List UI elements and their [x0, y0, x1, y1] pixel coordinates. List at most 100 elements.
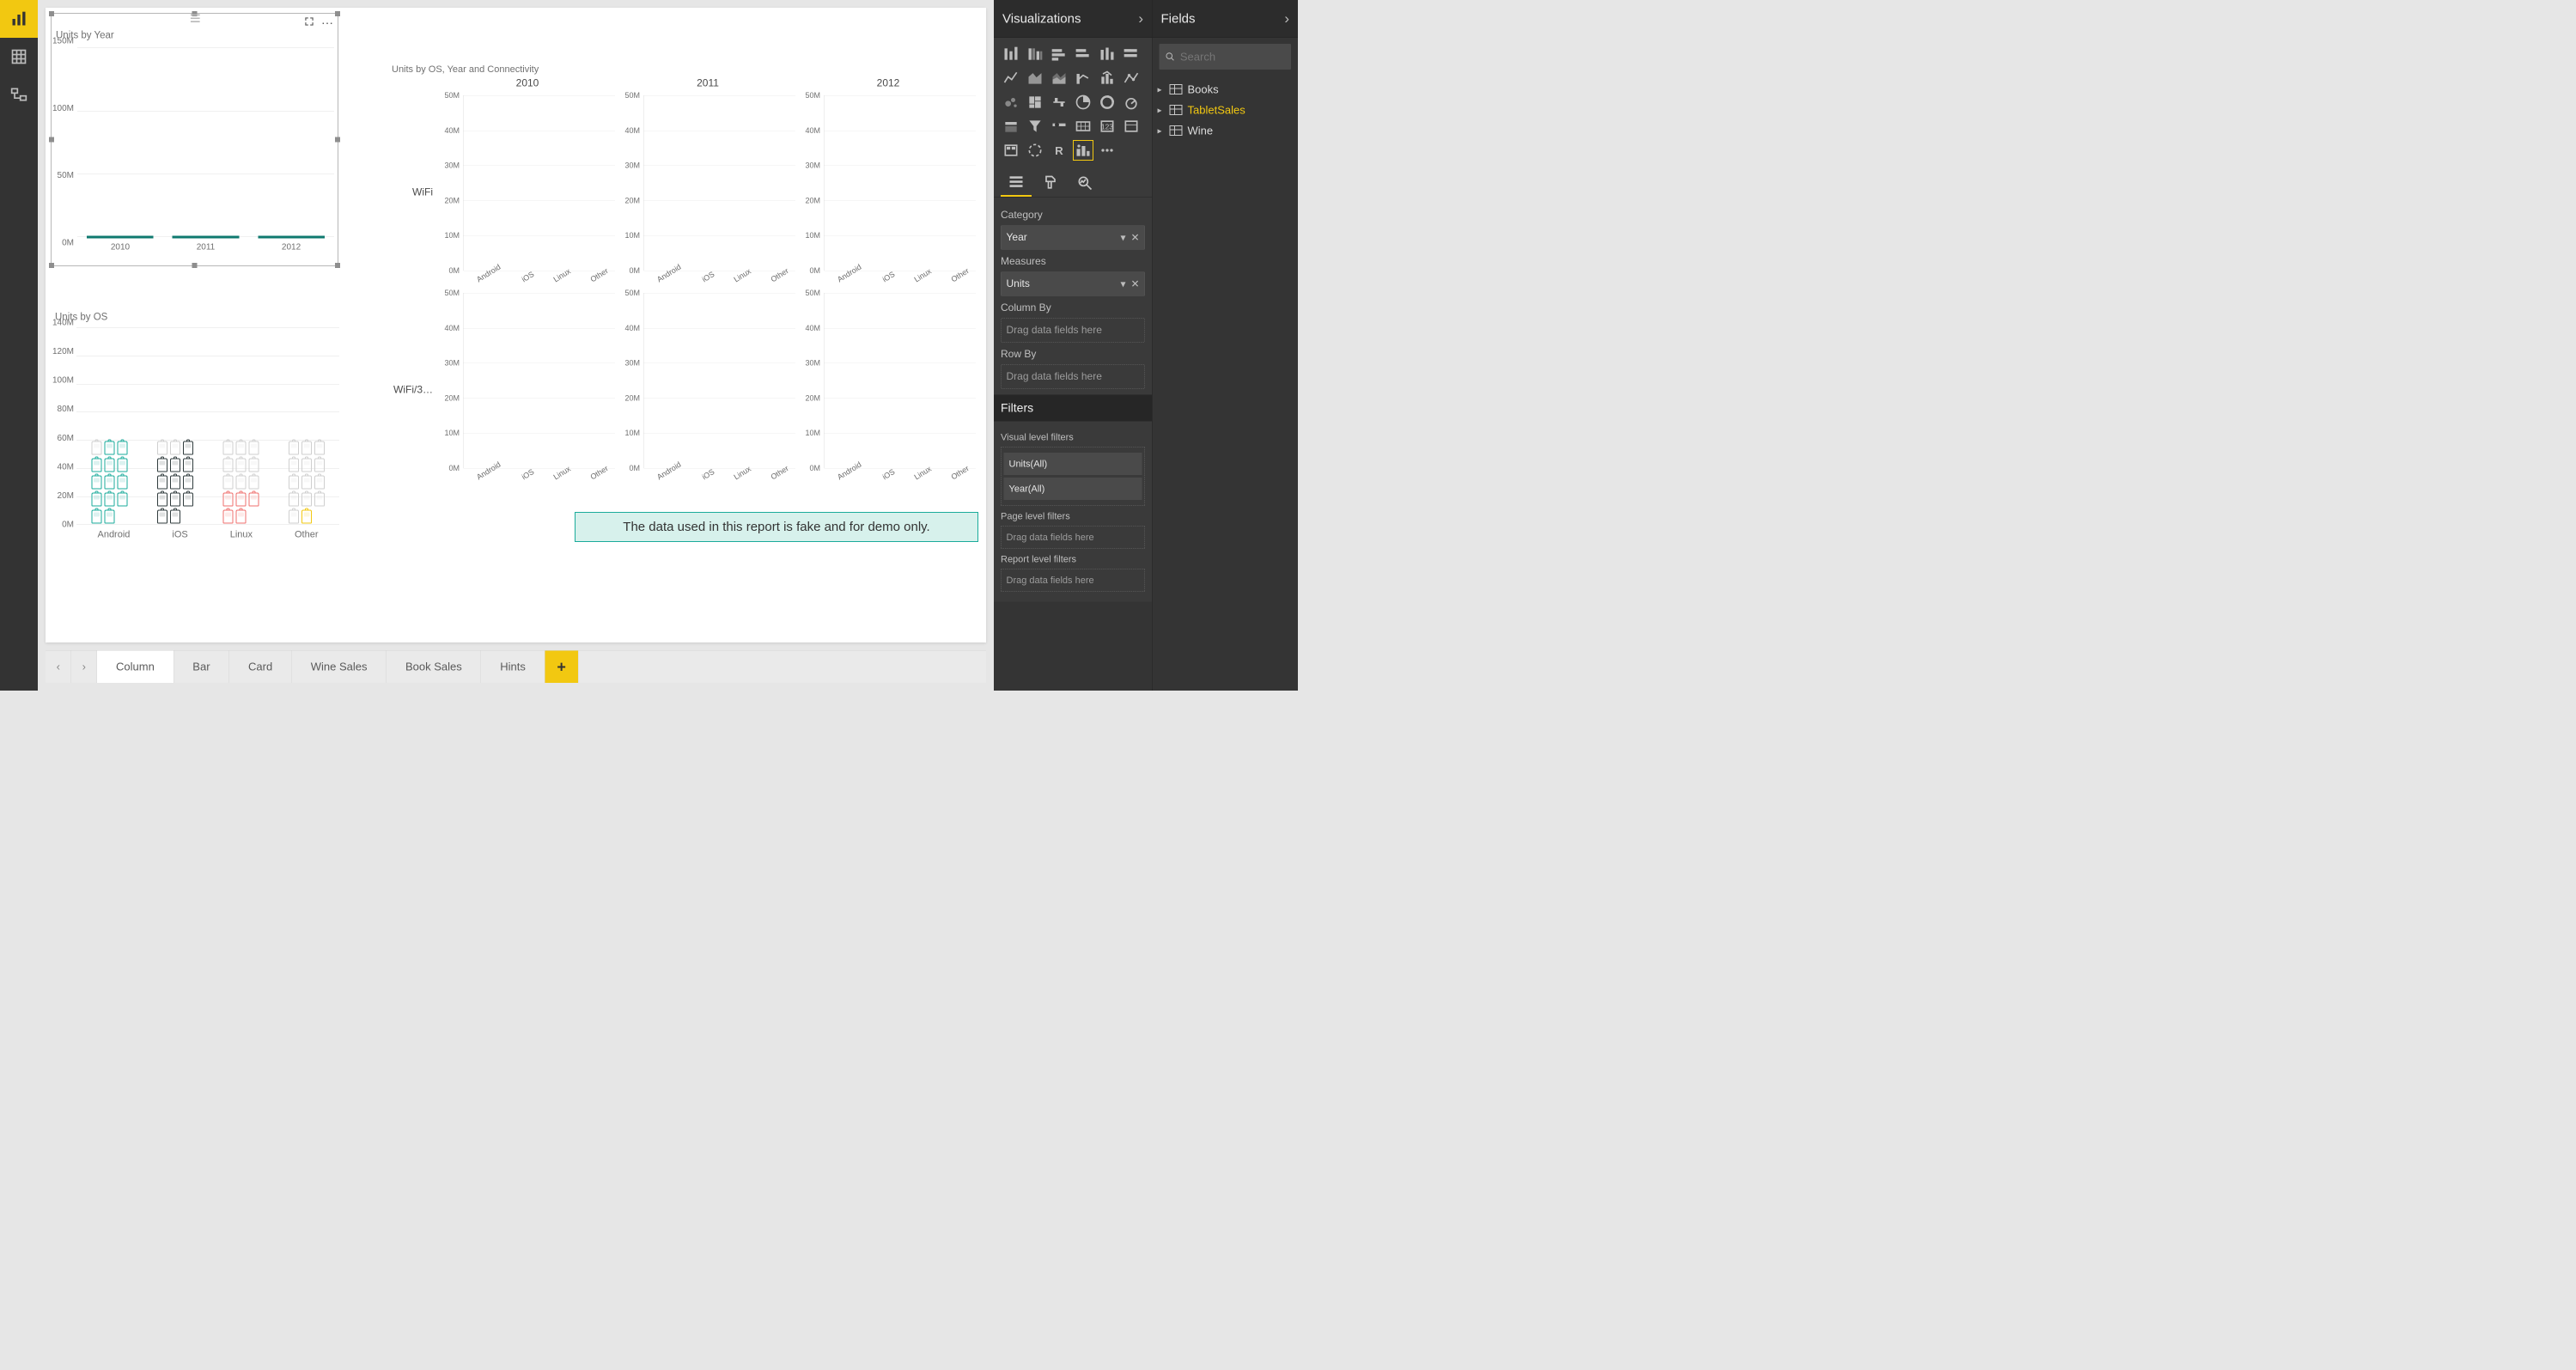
viz-type-button[interactable]: [1121, 68, 1142, 88]
viz-type-button[interactable]: [1049, 68, 1069, 88]
filter-label-page: Page level filters: [1001, 511, 1145, 522]
tile-units-by-year[interactable]: ≡ ⋯ Units by Year 0M50M100M150M 20102011…: [51, 13, 338, 266]
more-options-icon[interactable]: ⋯: [321, 16, 333, 31]
viz-type-button[interactable]: R: [1049, 140, 1069, 161]
tab-hints[interactable]: Hints: [481, 651, 545, 684]
drag-grip-icon[interactable]: ≡: [188, 19, 201, 22]
collapse-pane-icon[interactable]: ›: [1138, 10, 1143, 27]
remove-field-icon[interactable]: ✕: [1130, 277, 1139, 290]
nav-report-icon[interactable]: [0, 0, 38, 38]
well-category[interactable]: Year▾✕: [1001, 226, 1145, 250]
demo-notice: The data used in this report is fake and…: [575, 512, 978, 542]
filters-header: Filters: [994, 395, 1152, 422]
collapse-pane-icon[interactable]: ›: [1284, 10, 1289, 27]
viz-gallery: 123 R: [994, 38, 1152, 165]
viz-type-button[interactable]: [1121, 44, 1142, 64]
viz-type-button[interactable]: [1073, 116, 1093, 137]
viz-type-button[interactable]: [1073, 44, 1093, 64]
expand-icon[interactable]: ▸: [1158, 125, 1165, 137]
filter-label-report: Report level filters: [1001, 554, 1145, 565]
viz-type-button[interactable]: [1001, 116, 1021, 137]
chevron-down-icon[interactable]: ▾: [1120, 231, 1125, 244]
focus-mode-icon[interactable]: [303, 15, 315, 31]
page-tabs: ‹ › ColumnBarCardWine SalesBook SalesHin…: [46, 650, 986, 683]
filter-label-visual: Visual level filters: [1001, 432, 1145, 443]
viz-type-button[interactable]: [1121, 92, 1142, 113]
viz-type-button[interactable]: [1001, 68, 1021, 88]
filter-item[interactable]: Year(All): [1004, 478, 1142, 500]
well-columnby-drop[interactable]: Drag data fields here: [1001, 319, 1145, 343]
fields-tab-icon[interactable]: [1001, 169, 1032, 197]
tab-book-sales[interactable]: Book Sales: [387, 651, 481, 684]
expand-icon[interactable]: ▸: [1158, 84, 1165, 95]
well-label-category: Category: [1001, 210, 1145, 222]
viz-type-button[interactable]: [1025, 92, 1045, 113]
nav-data-icon[interactable]: [0, 38, 38, 76]
viz-type-button[interactable]: [1073, 68, 1093, 88]
chart-units-by-os: 0M20M40M60M80M100M120M140M AndroidiOSLin…: [51, 323, 343, 542]
left-nav-rail: [0, 0, 38, 691]
field-table-wine[interactable]: ▸Wine: [1158, 120, 1294, 141]
field-table-tabletsales[interactable]: ▸TabletSales: [1158, 100, 1294, 120]
tab-next-icon[interactable]: ›: [71, 651, 97, 684]
tile-title: Units by OS: [51, 308, 343, 323]
well-measures[interactable]: Units▾✕: [1001, 272, 1145, 296]
viz-type-button[interactable]: [1049, 116, 1069, 137]
viz-type-button[interactable]: [1025, 116, 1045, 137]
expand-icon[interactable]: ▸: [1158, 105, 1165, 116]
analytics-tab-icon[interactable]: [1069, 169, 1100, 197]
filter-report-drop[interactable]: Drag data fields here: [1001, 569, 1145, 592]
canvas-area: ≡ ⋯ Units by Year 0M50M100M150M 20102011…: [38, 0, 994, 691]
filter-item[interactable]: Units(All): [1004, 453, 1142, 475]
viz-type-button[interactable]: [1121, 116, 1142, 137]
search-input[interactable]: [1180, 50, 1285, 64]
tile-title: Units by OS, Year and Connectivity: [389, 64, 977, 75]
viz-type-button[interactable]: [1049, 92, 1069, 113]
svg-text:R: R: [1055, 144, 1063, 157]
fields-pane: Fields › ▸Books▸TabletSales▸Wine: [1152, 0, 1298, 691]
viz-type-button[interactable]: [1097, 44, 1117, 64]
report-canvas[interactable]: ≡ ⋯ Units by Year 0M50M100M150M 20102011…: [46, 8, 986, 642]
chart-units-by-year: 0M50M100M150M 201020112012: [52, 41, 338, 256]
viz-type-button[interactable]: [1073, 140, 1093, 161]
svg-text:123: 123: [1101, 122, 1113, 131]
viz-type-button[interactable]: [1073, 92, 1093, 113]
tab-prev-icon[interactable]: ‹: [46, 651, 71, 684]
viz-type-button[interactable]: [1025, 44, 1045, 64]
viz-type-button[interactable]: [1025, 68, 1045, 88]
chevron-down-icon[interactable]: ▾: [1120, 277, 1125, 290]
search-icon: [1166, 52, 1175, 63]
viz-type-button[interactable]: [1097, 140, 1117, 161]
well-rowby-drop[interactable]: Drag data fields here: [1001, 365, 1145, 389]
tab-add-button[interactable]: +: [545, 651, 578, 684]
well-label-rowby: Row By: [1001, 349, 1145, 361]
format-tab-icon[interactable]: [1035, 169, 1066, 197]
viz-type-button[interactable]: [1097, 92, 1117, 113]
field-table-books[interactable]: ▸Books: [1158, 79, 1294, 100]
tab-column[interactable]: Column: [97, 651, 174, 684]
tile-small-multiples[interactable]: Units by OS, Year and Connectivity 20102…: [389, 64, 977, 493]
tab-bar[interactable]: Bar: [174, 651, 229, 684]
viz-type-button[interactable]: [1049, 44, 1069, 64]
viz-type-button[interactable]: [1025, 140, 1045, 161]
table-icon: [1170, 84, 1183, 94]
viz-type-button[interactable]: [1001, 92, 1021, 113]
fields-search[interactable]: [1160, 44, 1292, 70]
viz-type-button[interactable]: [1001, 140, 1021, 161]
well-label-columnby: Column By: [1001, 302, 1145, 314]
tab-wine-sales[interactable]: Wine Sales: [292, 651, 387, 684]
viz-type-button[interactable]: [1001, 44, 1021, 64]
tile-units-by-os[interactable]: Units by OS 0M20M40M60M80M100M120M140M A…: [51, 308, 343, 549]
well-label-measures: Measures: [1001, 256, 1145, 268]
tab-card[interactable]: Card: [229, 651, 292, 684]
filter-page-drop[interactable]: Drag data fields here: [1001, 527, 1145, 549]
pane-title: Visualizations: [1002, 11, 1081, 26]
pane-title: Fields: [1161, 11, 1196, 26]
nav-model-icon[interactable]: [0, 76, 38, 113]
viz-type-button[interactable]: 123: [1097, 116, 1117, 137]
chart-small-multiples: 201020112012WiFi0M10M20M30M40M50MAndroid…: [389, 75, 977, 487]
table-icon: [1170, 105, 1183, 115]
remove-field-icon[interactable]: ✕: [1130, 231, 1139, 244]
visualizations-pane: Visualizations › 123R Category Year▾✕ Me…: [994, 0, 1152, 691]
viz-type-button[interactable]: [1097, 68, 1117, 88]
